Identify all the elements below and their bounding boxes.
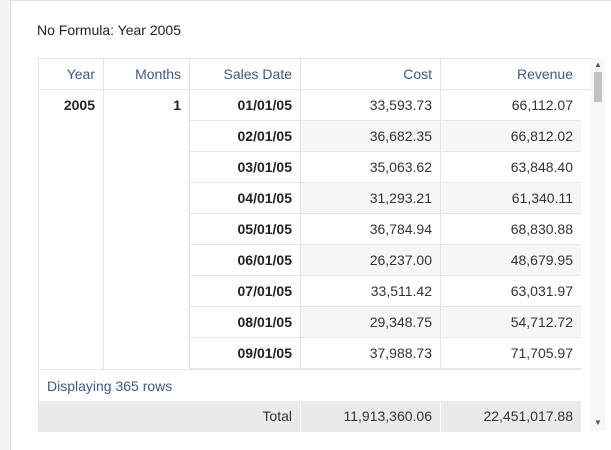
- cost-cell: 37,988.73: [301, 338, 441, 368]
- column-header-cost[interactable]: Cost: [301, 59, 441, 89]
- cost-cell: 33,511.42: [301, 276, 441, 306]
- column-header-year[interactable]: Year: [39, 59, 104, 89]
- total-label: Total: [190, 401, 301, 432]
- report-title: No Formula: Year 2005: [37, 22, 181, 38]
- scrollbar-thumb[interactable]: [594, 72, 602, 102]
- column-header-months[interactable]: Months: [104, 59, 190, 89]
- sales-date-cell: 09/01/05: [190, 338, 301, 368]
- cost-cell: 33,593.73: [301, 90, 441, 120]
- table-row[interactable]: 08/01/05 29,348.75 54,712.72: [190, 307, 581, 338]
- group-month-value: 1: [173, 97, 181, 113]
- scroll-down-arrow-icon[interactable]: ▼: [591, 418, 605, 428]
- sales-date-cell: 07/01/05: [190, 276, 301, 306]
- sales-date-cell: 02/01/05: [190, 121, 301, 151]
- table-row[interactable]: 07/01/05 33,511.42 63,031.97: [190, 276, 581, 307]
- sales-date-cell: 08/01/05: [190, 307, 301, 337]
- scroll-up-arrow-icon[interactable]: ▲: [591, 60, 605, 70]
- sales-date-cell: 04/01/05: [190, 183, 301, 213]
- table-row[interactable]: 03/01/05 35,063.62 63,848.40: [190, 152, 581, 183]
- data-grid: Year Months Sales Date Cost Revenue 2005…: [38, 58, 591, 432]
- revenue-cell: 71,705.97: [510, 345, 573, 361]
- sales-date-cell: 03/01/05: [190, 152, 301, 182]
- group-year-value: 2005: [63, 97, 95, 113]
- table-row[interactable]: 01/01/05 33,593.73 66,112.07: [190, 90, 581, 121]
- sales-date-cell: 06/01/05: [190, 245, 301, 275]
- cost-cell: 36,784.94: [301, 214, 441, 244]
- revenue-cell: 68,830.88: [510, 221, 573, 237]
- column-header-revenue[interactable]: Revenue: [441, 59, 581, 89]
- grid-header: Year Months Sales Date Cost Revenue: [39, 59, 591, 90]
- report-panel: No Formula: Year 2005 Year Months Sales …: [10, 0, 611, 450]
- column-header-sales-date[interactable]: Sales Date: [190, 59, 301, 89]
- total-cost: 11,913,360.06: [301, 401, 441, 432]
- table-row[interactable]: 09/01/05 37,988.73 71,705.97: [190, 338, 581, 369]
- revenue-cell: 63,031.97: [510, 283, 573, 299]
- table-row[interactable]: 06/01/05 26,237.00 48,679.95: [190, 245, 581, 276]
- table-row[interactable]: 02/01/05 36,682.35 66,812.02: [190, 121, 581, 152]
- revenue-cell: 63,848.40: [510, 159, 573, 175]
- revenue-cell: 54,712.72: [441, 307, 581, 337]
- sales-date-cell: 01/01/05: [190, 90, 301, 120]
- cost-cell: 29,348.75: [301, 307, 441, 337]
- table-row[interactable]: 04/01/05 31,293.21 61,340.11: [190, 183, 581, 214]
- cost-cell: 31,293.21: [301, 183, 441, 213]
- total-revenue: 22,451,017.88: [483, 408, 573, 424]
- cost-cell: 35,063.62: [301, 152, 441, 182]
- revenue-cell: 66,812.02: [441, 121, 581, 151]
- total-row: Total 11,913,360.06 22,451,017.88: [39, 401, 581, 432]
- grid-body: 2005 1 01/01/05 33,593.73 66,112.07 02/01/0…: [39, 90, 581, 369]
- month-group-cell: 1: [104, 90, 190, 369]
- year-group-cell: 2005: [39, 90, 104, 369]
- sales-date-cell: 05/01/05: [190, 214, 301, 244]
- revenue-cell: 66,112.07: [511, 97, 573, 113]
- row-count-text: Displaying 365 rows: [47, 378, 173, 394]
- revenue-cell: 61,340.11: [441, 183, 581, 213]
- cost-cell: 36,682.35: [301, 121, 441, 151]
- table-row[interactable]: 05/01/05 36,784.94 68,830.88: [190, 214, 581, 245]
- cost-cell: 26,237.00: [301, 245, 441, 275]
- row-count-status: Displaying 365 rows: [39, 369, 581, 401]
- vertical-scrollbar[interactable]: ▲ ▼: [591, 58, 605, 431]
- revenue-cell: 48,679.95: [441, 245, 581, 275]
